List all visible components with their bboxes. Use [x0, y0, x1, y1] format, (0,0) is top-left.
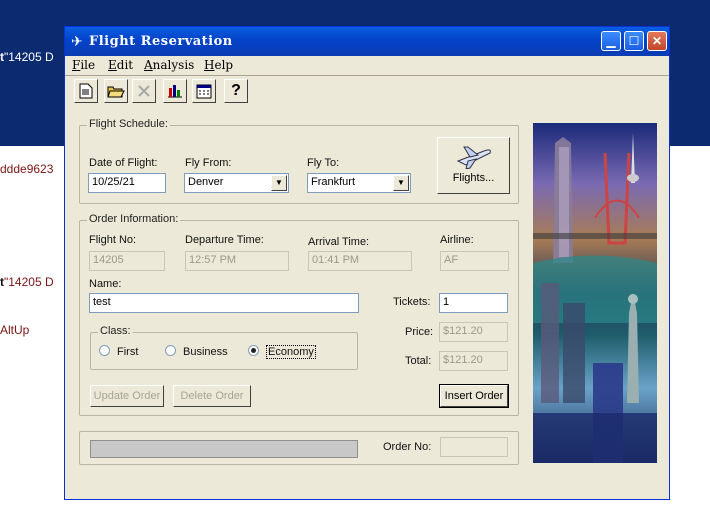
maximize-button[interactable]: ☐ — [624, 31, 644, 51]
flight-schedule-label: Flight Schedule: — [87, 118, 170, 130]
open-folder-icon — [107, 86, 125, 98]
chevron-down-icon[interactable]: ▼ — [271, 175, 287, 191]
fly-from-value: Denver — [188, 176, 224, 188]
delete-order-button[interactable]: Delete Order — [173, 385, 251, 407]
radio-circle[interactable] — [165, 345, 176, 356]
toolbar-separator — [65, 75, 669, 76]
date-of-flight-label: Date of Flight: — [89, 157, 158, 169]
travel-collage-image — [533, 123, 657, 463]
airline-label: Airline: — [440, 234, 474, 246]
menu-help[interactable]: Help — [204, 58, 233, 72]
update-order-button[interactable]: Update Order — [90, 385, 164, 407]
fly-to-value: Frankfurt — [311, 176, 356, 188]
date-of-flight-input[interactable]: 10/25/21 — [88, 173, 166, 193]
title-bar[interactable]: ✈ Flight Reservation ▁ ☐ ✕ — [65, 27, 669, 56]
flight-no-field: 14205 — [89, 251, 165, 271]
departure-time-label: Departure Time: — [185, 234, 264, 246]
fly-from-label: Fly From: — [185, 157, 232, 169]
arrival-time-label: Arrival Time: — [308, 236, 370, 248]
class-first-label: First — [117, 346, 139, 358]
price-field: $121.20 — [439, 322, 508, 342]
new-order-button[interactable] — [74, 79, 98, 103]
maximize-icon: ☐ — [628, 34, 640, 48]
minimize-button[interactable]: ▁ — [601, 31, 621, 51]
window-title: Flight Reservation — [89, 34, 233, 49]
total-field: $121.20 — [439, 351, 508, 371]
radio-circle-selected[interactable] — [248, 345, 259, 356]
price-label: Price: — [405, 326, 434, 338]
airplane-app-icon: ✈ — [71, 33, 83, 49]
open-order-button[interactable] — [104, 79, 128, 103]
radio-circle[interactable] — [99, 345, 110, 356]
new-document-icon — [79, 83, 93, 99]
menu-file[interactable]: File — [72, 58, 95, 72]
tickets-label: Tickets: — [393, 296, 431, 308]
fly-to-select[interactable]: Frankfurt ▼ — [307, 173, 411, 193]
graph-button[interactable] — [163, 79, 187, 103]
order-no-label: Order No: — [383, 441, 432, 453]
flights-button-label: Flights... — [452, 172, 495, 184]
flight-no-label: Flight No: — [89, 234, 137, 246]
progress-bar — [90, 440, 358, 458]
total-label: Total: — [405, 355, 432, 367]
delete-x-icon — [138, 85, 150, 97]
delete-order-toolbar-button[interactable] — [132, 79, 156, 103]
menu-edit[interactable]: Edit — [108, 58, 133, 72]
fly-from-select[interactable]: Denver ▼ — [184, 173, 289, 193]
flights-button[interactable]: Flights... — [437, 137, 510, 194]
order-information-label: Order Information: — [87, 213, 181, 225]
tickets-input[interactable]: 1 — [439, 293, 508, 313]
minimize-icon: ▁ — [606, 34, 616, 48]
class-first-radio[interactable]: First — [99, 345, 138, 358]
flight-reservation-window: ✈ Flight Reservation ▁ ☐ ✕ File Edit Ana… — [64, 26, 670, 500]
class-business-radio[interactable]: Business — [165, 345, 228, 358]
departure-time-field: 12:57 PM — [185, 251, 289, 271]
name-input[interactable]: test — [89, 293, 359, 313]
background-text-line-1: t"14205 D — [0, 50, 54, 64]
class-economy-label: Economy — [266, 345, 316, 359]
calendar-icon — [196, 84, 212, 98]
bar-chart-icon — [168, 85, 182, 98]
background-text-line-4: AltUp — [0, 323, 30, 337]
airline-field: AF — [440, 251, 509, 271]
background-text-line-3: t"14205 D — [0, 275, 54, 289]
insert-order-button[interactable]: Insert Order — [439, 384, 509, 408]
order-no-field — [440, 437, 508, 457]
background-text-line-2: ddde9623 — [0, 162, 54, 176]
class-label: Class: — [98, 325, 133, 337]
name-label: Name: — [89, 278, 122, 290]
fly-to-label: Fly To: — [307, 157, 340, 169]
help-question-icon: ? — [231, 82, 241, 99]
close-icon: ✕ — [651, 34, 663, 48]
help-button[interactable]: ? — [224, 79, 248, 103]
class-economy-radio[interactable]: Economy — [248, 345, 316, 359]
arrival-time-field: 01:41 PM — [308, 251, 412, 271]
class-business-label: Business — [183, 346, 228, 358]
city-skyline-image — [533, 133, 657, 463]
menu-bar: File Edit Analysis Help — [65, 56, 669, 74]
chevron-down-icon[interactable]: ▼ — [393, 175, 409, 191]
fax-order-button[interactable] — [192, 79, 216, 103]
menu-analysis[interactable]: Analysis — [144, 58, 194, 72]
close-button[interactable]: ✕ — [647, 31, 667, 51]
airplane-icon — [456, 146, 491, 170]
